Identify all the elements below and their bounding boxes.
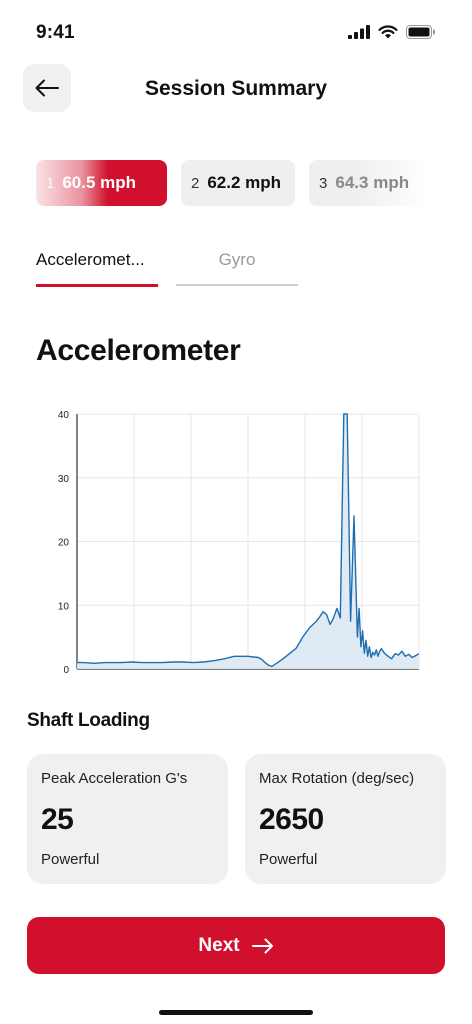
- peak-acceleration-card: Peak Acceleration G's 25 Powerful: [27, 754, 228, 884]
- page-title: Session Summary: [144, 77, 328, 100]
- stat-value: 2650: [259, 803, 324, 836]
- swing-selector: 1 60.5 mph 2 62.2 mph 3 64.3 mph: [36, 160, 472, 206]
- sensor-tabs: Acceleromet... Gyro: [36, 250, 298, 290]
- swing-chip-2[interactable]: 2 62.2 mph: [181, 160, 296, 206]
- status-time: 9:41: [36, 22, 75, 43]
- max-rotation-card: Max Rotation (deg/sec) 2650 Powerful: [245, 754, 446, 884]
- swing-speed: 60.5 mph: [62, 173, 137, 192]
- arrow-right-icon: [251, 938, 273, 953]
- accelerometer-chart-svg: 0 10 20 30 40: [58, 410, 420, 676]
- y-tick-label: 10: [58, 601, 70, 612]
- swing-speed: 64.3 mph: [335, 173, 410, 192]
- swing-number: 1: [46, 174, 55, 192]
- status-icons: [348, 25, 436, 39]
- stat-description: Powerful: [259, 851, 318, 868]
- accelerometer-chart: 0 10 20 30 40: [36, 398, 436, 688]
- section-heading: Accelerometer: [36, 334, 241, 367]
- y-tick-label: 30: [58, 474, 70, 485]
- shaft-loading-title: Shaft Loading: [27, 710, 150, 731]
- y-tick-label: 40: [58, 410, 70, 421]
- swing-speed: 62.2 mph: [207, 173, 282, 192]
- swing-number: 3: [319, 174, 328, 192]
- swing-chip-1[interactable]: 1 60.5 mph: [36, 160, 167, 206]
- wifi-icon: [378, 25, 398, 39]
- stat-value: 25: [41, 803, 74, 836]
- y-tick-label: 0: [63, 665, 69, 676]
- header: Session Summary: [0, 64, 472, 114]
- stat-description: Powerful: [41, 851, 100, 868]
- tab-inactive-indicator: [176, 284, 298, 286]
- status-bar: 9:41: [0, 0, 472, 64]
- tab-accelerometer[interactable]: Acceleromet...: [36, 250, 158, 288]
- tab-gyro[interactable]: Gyro: [176, 250, 298, 288]
- tab-active-indicator: [36, 284, 158, 287]
- stat-label: Peak Acceleration G's: [41, 770, 188, 787]
- home-indicator: [159, 1010, 313, 1015]
- swing-chip-3[interactable]: 3 64.3 mph: [309, 160, 430, 206]
- y-tick-label: 20: [58, 538, 70, 549]
- stat-label: Max Rotation (deg/sec): [259, 770, 415, 787]
- cellular-signal-icon: [348, 25, 370, 39]
- next-button-label: Next: [198, 934, 240, 956]
- swing-number: 2: [191, 174, 200, 192]
- battery-icon: [406, 25, 435, 39]
- next-button[interactable]: Next: [27, 917, 445, 974]
